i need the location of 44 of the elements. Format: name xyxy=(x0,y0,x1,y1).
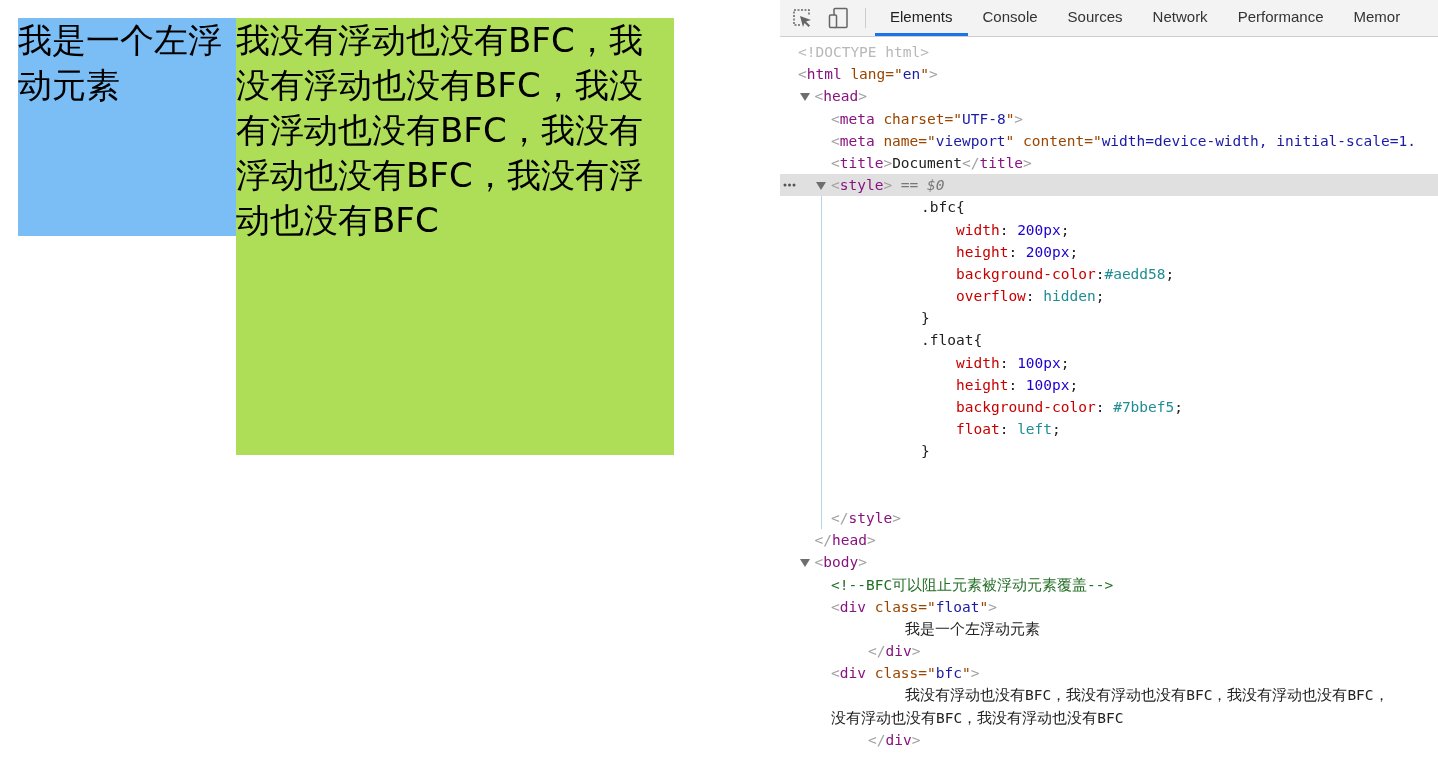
tab[interactable]: Elements xyxy=(875,0,968,36)
css-line: float: left; xyxy=(956,421,1061,438)
css-line: overflow: hidden; xyxy=(956,288,1105,305)
tab[interactable]: Memor xyxy=(1338,0,1416,36)
tab[interactable]: Network xyxy=(1137,0,1223,36)
more-icon[interactable] xyxy=(783,183,796,188)
tab[interactable]: Console xyxy=(967,0,1053,36)
css-line: height: 200px; xyxy=(956,243,1079,260)
device-icon[interactable] xyxy=(828,7,850,29)
code-line: </div> xyxy=(868,731,921,748)
code-line: <style> == $0 xyxy=(831,177,945,194)
float-text: 我是一个左浮动元素 xyxy=(18,19,223,107)
css-line: } xyxy=(921,310,930,327)
expand-arrow-icon[interactable] xyxy=(816,181,826,192)
code-line: <meta charset="UTF-8"> xyxy=(831,110,1024,127)
code-line: <div class="bfc"> xyxy=(831,665,980,682)
css-line: background-color: #7bbef5; xyxy=(956,399,1183,415)
code-line: <html lang="en"> xyxy=(798,66,938,83)
code-line: </div> xyxy=(868,643,921,660)
code-line: <title>Document</title> xyxy=(831,154,1032,171)
css-line: width: 100px; xyxy=(956,354,1070,371)
expand-arrow-icon[interactable] xyxy=(799,558,810,569)
text-line: 没有浮动也没有BFC，我没有浮动也没有BFC xyxy=(831,709,1124,726)
css-line: .bfc{ xyxy=(921,199,965,216)
code-line: <meta name="viewport" content="width=device-width, initial-scale=1. xyxy=(831,132,1416,149)
code-line: </style> xyxy=(831,509,901,526)
css-line: .float{ xyxy=(921,332,983,349)
tab[interactable]: Sources xyxy=(1052,0,1138,36)
code-line: <head> xyxy=(814,88,867,105)
css-line: background-color:#aedd58; xyxy=(956,265,1175,282)
tab[interactable]: Performance xyxy=(1222,0,1339,36)
code-line: </head> xyxy=(814,532,876,549)
bfc-text: 我没有浮动也没有BFC，我没有浮动也没有BFC，我没有浮动也没有BFC，我没有浮动也没有BFC，我没有浮动也没有BFC xyxy=(236,19,644,242)
css-line: } xyxy=(921,443,930,460)
code-line: <div class="float"> xyxy=(831,598,997,615)
doctype-line: <!DOCTYPE html> xyxy=(798,44,929,60)
inspect-icon[interactable] xyxy=(791,7,813,29)
text-line: 我是一个左浮动元素 xyxy=(905,620,1040,637)
text-line: 我没有浮动也没有BFC，我没有浮动也没有BFC，我没有浮动也没有BFC， xyxy=(905,687,1389,704)
comment-line: <!--BFC可以阻止元素被浮动元素覆盖--> xyxy=(831,576,1114,593)
expand-arrow-icon[interactable] xyxy=(799,92,810,103)
css-line: height: 100px; xyxy=(956,376,1079,393)
css-line: width: 200px; xyxy=(956,221,1070,238)
code-line: <body> xyxy=(814,554,867,571)
